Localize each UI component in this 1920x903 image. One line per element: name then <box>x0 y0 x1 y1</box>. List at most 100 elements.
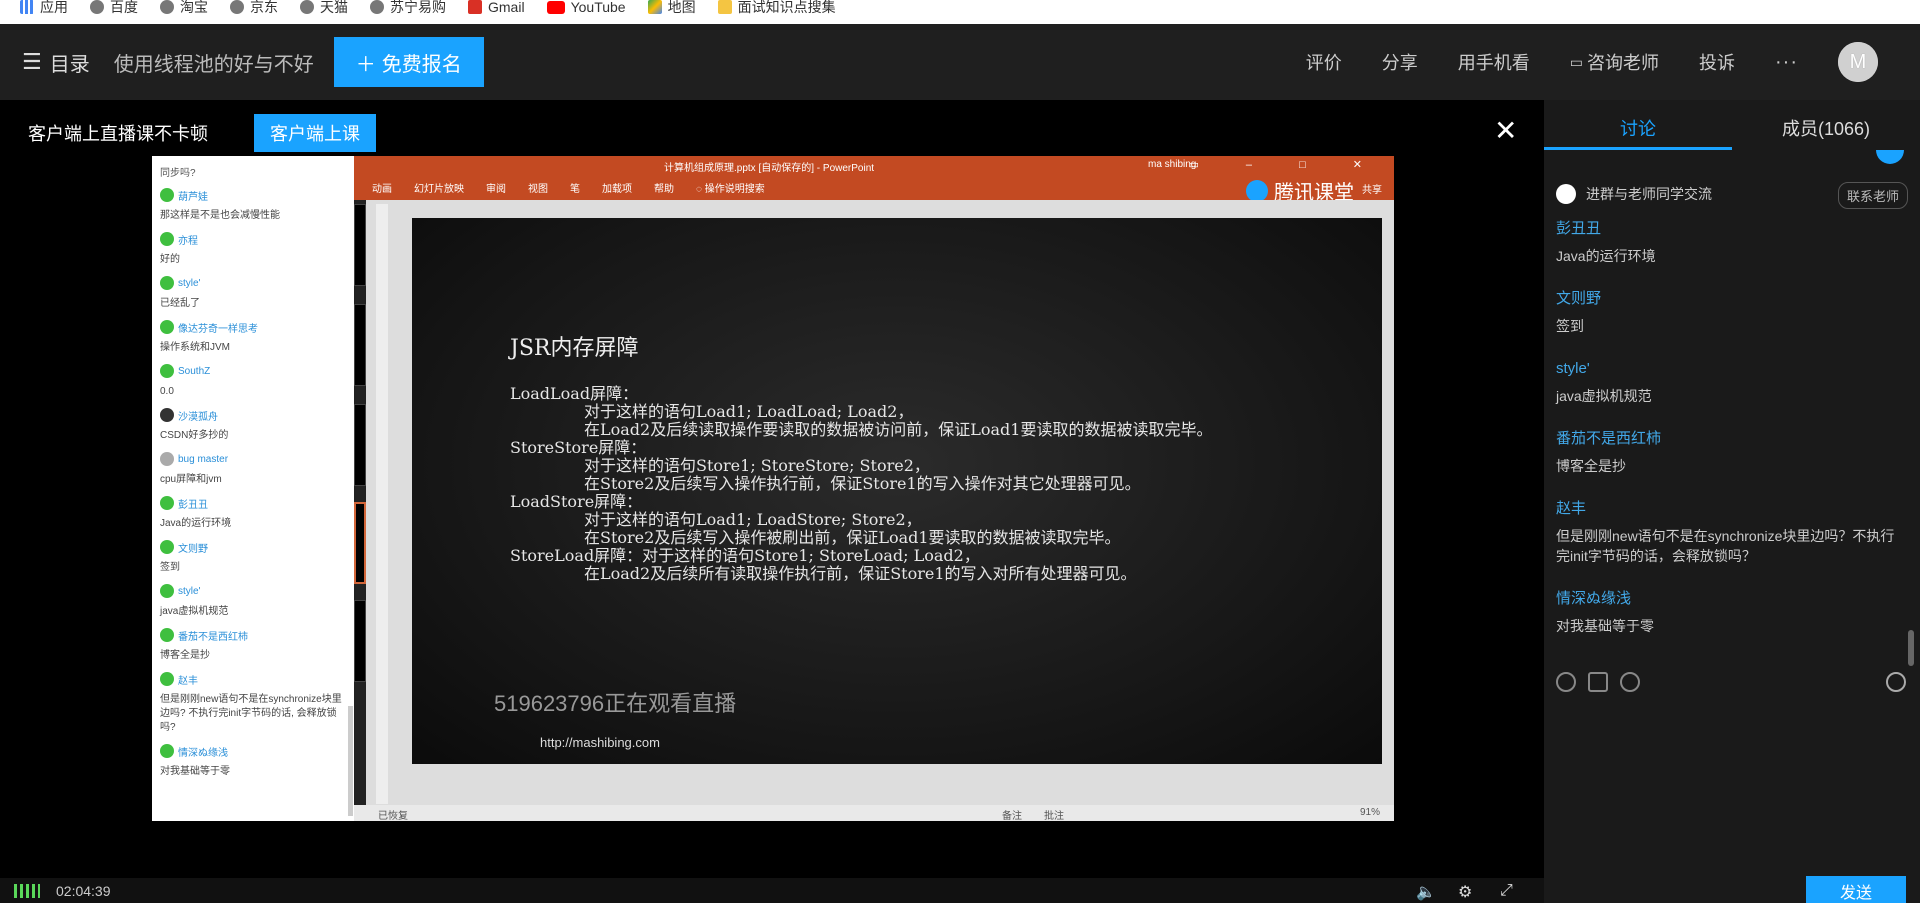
client-class-button[interactable]: 客户端上课 <box>254 114 376 152</box>
discussion-messages: 彭丑丑 Java的运行环境 文则野签到 style' java虚拟机规范 番茄不是西… <box>1544 218 1920 658</box>
tab-members[interactable]: 成员(1066) <box>1732 100 1920 150</box>
user-avatar-icon <box>160 628 174 642</box>
catalog-button[interactable]: ☰ 目录 <box>22 48 90 77</box>
apps-grid-icon <box>20 0 34 14</box>
sender-name[interactable]: style' <box>1556 358 1908 380</box>
consult-teacher-button[interactable]: ▭ 咨询老师 <box>1570 49 1659 75</box>
user-avatar-icon <box>160 744 174 758</box>
slide-line: 在Load2及后续读取操作要读取的数据被访问前，保证Load1要读取的数据被读取… <box>584 420 1213 439</box>
ppt-status-recovered: 已恢复 <box>378 811 408 821</box>
message-text: 博客全是抄 <box>1556 458 1626 474</box>
user-avatar-icon <box>160 276 174 290</box>
globe-icon <box>90 0 104 14</box>
hand-raise-icon[interactable] <box>1620 672 1640 692</box>
message-text: 签到 <box>1556 318 1584 334</box>
list-item: style' java虚拟机规范 <box>1544 358 1920 406</box>
ribbon-tab: 幻灯片放映 <box>414 183 464 195</box>
bookmark-youtube[interactable]: YouTube <box>546 0 626 15</box>
stream-chat-panel: 同步吗? 葫芦娃 那这样是不是也会减慢性能 亦程 好的 style' 已经乱了 像达芬… <box>152 156 354 821</box>
message-text: Java的运行环境 <box>1556 248 1656 264</box>
mobile-view-button[interactable]: 用手机看 <box>1458 49 1530 75</box>
live-stream[interactable]: 同步吗? 葫芦娃 那这样是不是也会减慢性能 亦程 好的 style' 已经乱了 像达芬… <box>152 156 1394 821</box>
ppt-scrollbar <box>376 204 388 804</box>
slide-url: http://mashibing.com <box>540 735 660 750</box>
maps-icon <box>647 0 662 14</box>
signal-bars-icon <box>14 884 40 898</box>
list-item: 彭丑丑 Java的运行环境 <box>1544 218 1920 266</box>
list-item: 文则野 签到 <box>1544 288 1920 336</box>
message-text: 对我基础等于零 <box>1556 618 1654 634</box>
list-item: 赵丰 但是刚刚new语句不是在synchronize块里边吗？不执行完init字节… <box>1544 498 1920 566</box>
send-button[interactable]: 发送 <box>1806 876 1906 903</box>
list-item: style' 已经乱了 <box>160 276 201 309</box>
slide-thumbnail <box>354 404 366 486</box>
ppt-window-title: 计算机组成原理.pptx [自动保存的] - PowerPoint <box>664 163 875 174</box>
ribbon-tab: 视图 <box>528 183 548 195</box>
user-avatar-icon <box>160 540 174 554</box>
bookmark-apps[interactable]: 应用 <box>20 0 68 17</box>
list-item: bug master cpu屏障和jvm <box>160 452 229 485</box>
bookmark-maps[interactable]: 地图 <box>647 0 696 17</box>
menu-icon: ☰ <box>22 49 42 74</box>
list-item: 赵丰 但是刚刚new语句不是在synchronize块里边吗? 不执行完init字… <box>152 667 354 739</box>
user-avatar-icon <box>160 584 174 598</box>
slide-title: JSR内存屏障 <box>510 336 639 361</box>
chat-bubble-icon: ▭ <box>1569 53 1584 70</box>
bookmark-baidu[interactable]: 百度 <box>90 0 138 17</box>
sender-name[interactable]: 番茄不是西红柿 <box>1556 428 1908 450</box>
sender-name[interactable]: 情深ぬ缘浅 <box>1556 588 1908 610</box>
globe-icon <box>230 0 244 14</box>
close-icon[interactable]: ✕ <box>1494 114 1517 147</box>
window-controls-icon: ▭ – □ ✕ <box>1188 159 1384 171</box>
list-item: 番茄不是西红柿 博客全是抄 <box>152 623 354 667</box>
viewer-watermark: 519623796正在观看直播 <box>494 691 737 716</box>
message-text: java虚拟机规范 <box>1556 388 1652 404</box>
share-button[interactable]: 分享 <box>1382 49 1418 75</box>
ribbon-tab: 审阅 <box>486 183 506 195</box>
list-item: 彭丑丑 Java的运行环境 <box>152 491 354 535</box>
bookmark-jd[interactable]: 京东 <box>230 0 278 17</box>
rate-button[interactable]: 评价 <box>1306 49 1342 75</box>
slide-thumbnail <box>354 600 366 682</box>
slide-line: 在Store2及后续写入操作执行前，保证Store1的写入操作对其它处理器可见。 <box>584 474 1141 493</box>
tab-discussion[interactable]: 讨论 <box>1544 100 1732 150</box>
bookmark-suning[interactable]: 苏宁易购 <box>370 0 446 17</box>
sidebar-scrollbar[interactable] <box>1908 630 1914 666</box>
more-options-icon[interactable]: ··· <box>1775 51 1798 74</box>
ppt-status-comments: 批注 <box>1044 811 1064 821</box>
avatar[interactable]: M <box>1838 42 1878 82</box>
bookmark-tmall[interactable]: 天猫 <box>300 0 348 17</box>
volume-icon[interactable]: 🔈 <box>1416 882 1436 902</box>
slide-thumbnail-active <box>354 502 366 584</box>
image-icon[interactable] <box>1588 672 1608 692</box>
user-icon[interactable] <box>1886 672 1906 692</box>
stream-chat-first-line: 同步吗? <box>160 168 196 179</box>
list-item: style' java虚拟机规范 <box>160 584 229 617</box>
gift-icon[interactable] <box>1876 150 1904 164</box>
ppt-share: 共享 <box>1362 185 1382 196</box>
settings-gear-icon[interactable]: ⚙ <box>1458 882 1472 902</box>
list-item: 情深ぬ缘浅对我基础等于零 <box>1544 588 1920 636</box>
free-signup-button[interactable]: ＋ 免费报名 <box>333 37 484 87</box>
join-group-row[interactable]: 进群与老师同学交流 联系老师 <box>1556 182 1908 209</box>
play-icon <box>1246 179 1268 202</box>
bookmark-taobao[interactable]: 淘宝 <box>160 0 208 17</box>
sender-name[interactable]: 彭丑丑 <box>1556 218 1908 240</box>
folder-icon <box>717 0 732 14</box>
bookmark-gmail[interactable]: Gmail <box>468 0 525 15</box>
user-avatar-icon <box>160 320 174 334</box>
list-item: SouthZ 0.0 <box>160 364 211 397</box>
list-item: 沙漠孤舟 CSDN好多抄的 <box>152 403 354 447</box>
slide-thumbnail <box>354 204 366 286</box>
list-item: 情深ぬ缘浅 对我基础等于零 <box>152 739 354 783</box>
contact-teacher-button[interactable]: 联系老师 <box>1837 182 1908 209</box>
emoji-icon[interactable] <box>1556 672 1576 692</box>
report-button[interactable]: 投诉 <box>1699 49 1735 75</box>
ppt-canvas: JSR内存屏障 LoadLoad屏障： 对于这样的语句Load1; LoadLo… <box>366 200 1394 805</box>
bookmark-folder[interactable]: 面试知识点搜集 <box>717 0 836 17</box>
youtube-icon <box>546 0 565 14</box>
fullscreen-icon[interactable]: ⤢ <box>1500 882 1513 900</box>
sender-name[interactable]: 赵丰 <box>1556 498 1908 520</box>
sender-name[interactable]: 文则野 <box>1556 288 1908 310</box>
ppt-zoom-level: 91% <box>1359 807 1380 818</box>
